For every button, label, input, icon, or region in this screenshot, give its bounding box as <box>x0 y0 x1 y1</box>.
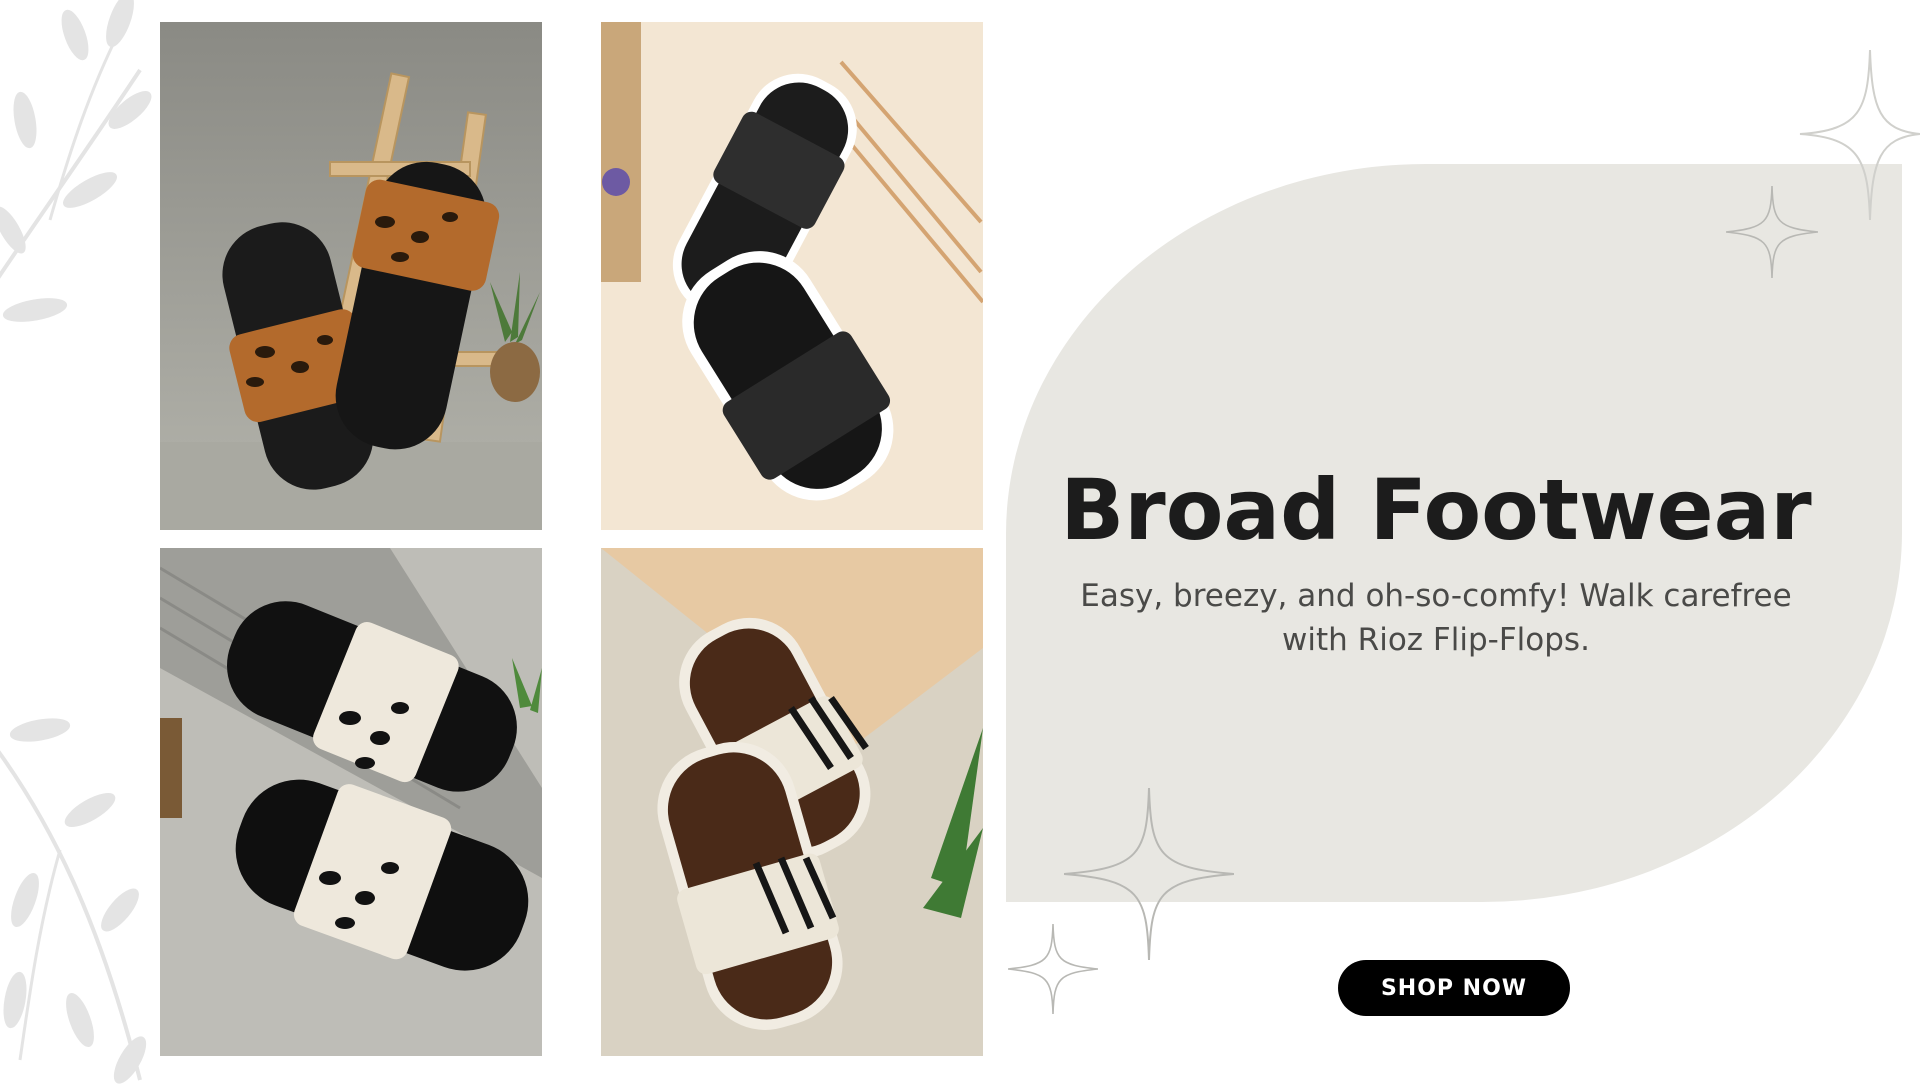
sparkle-star-icon <box>1726 186 1818 278</box>
leaf-branch-icon <box>0 0 152 322</box>
product-image-leopard-brown-slides[interactable] <box>160 22 542 530</box>
tagline-text: Easy, breezy, and oh-so-comfy! Walk care… <box>1080 578 1792 658</box>
shop-now-button[interactable]: SHOP NOW <box>1338 960 1570 1016</box>
leaf-branch-icon <box>0 718 147 1084</box>
product-image-leopard-white-slides[interactable] <box>160 548 542 1056</box>
product-image-black-textured-slides[interactable] <box>601 22 983 530</box>
sparkle-star-icon <box>1008 924 1098 1014</box>
product-image-zebra-brown-slides[interactable] <box>601 548 983 1056</box>
page-title: Broad Footwear <box>1060 461 1812 559</box>
promo-banner: Broad Footwear Easy, breezy, and oh-so-c… <box>0 0 1920 1084</box>
